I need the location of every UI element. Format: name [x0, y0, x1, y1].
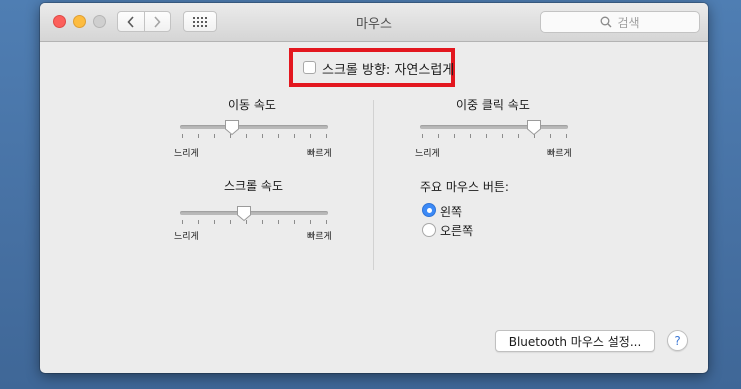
slider-tick	[294, 220, 295, 224]
double-click-speed-min-label: 느리게	[415, 149, 440, 159]
tracking-speed-max-label: 빠르게	[307, 149, 332, 159]
slider-tick	[182, 134, 183, 138]
primary-button-right-radio[interactable]	[422, 223, 436, 237]
double-click-speed-max-label: 빠르게	[547, 149, 572, 159]
slider-tick	[294, 134, 295, 138]
primary-button-title: 주요 마우스 버튼:	[420, 180, 509, 194]
natural-scroll-checkbox[interactable]	[303, 61, 316, 74]
mouse-preferences-window: 마우스 검색 스크롤 방향: 자연스럽게 이동 속도 느리게 빠르게 스크롤 속…	[40, 3, 708, 373]
slider-tick	[470, 134, 471, 138]
slider-tick	[214, 220, 215, 224]
slider-tick	[422, 134, 423, 138]
slider-tick	[310, 220, 311, 224]
scroll-speed-thumb[interactable]	[236, 205, 252, 222]
slider-tick	[278, 134, 279, 138]
slider-tick	[326, 134, 327, 138]
search-icon	[601, 16, 612, 28]
search-field[interactable]: 검색	[540, 11, 700, 33]
tracking-speed-track[interactable]	[180, 125, 328, 129]
double-click-speed-title: 이중 클릭 속도	[456, 98, 530, 112]
tracking-speed-title: 이동 속도	[228, 98, 276, 112]
slider-tick	[518, 134, 519, 138]
slider-tick	[454, 134, 455, 138]
slider-tick	[214, 134, 215, 138]
slider-tick	[246, 134, 247, 138]
slider-tick	[566, 134, 567, 138]
slider-tick	[486, 134, 487, 138]
titlebar: 마우스 검색	[40, 3, 708, 42]
scroll-speed-max-label: 빠르게	[307, 232, 332, 242]
tracking-speed-min-label: 느리게	[174, 149, 199, 159]
primary-button-right-label[interactable]: 오른쪽	[440, 222, 473, 239]
slider-tick	[310, 134, 311, 138]
slider-tick	[438, 134, 439, 138]
double-click-speed-thumb[interactable]	[526, 119, 542, 136]
slider-tick	[326, 220, 327, 224]
slider-tick	[502, 134, 503, 138]
tracking-speed-thumb[interactable]	[224, 119, 240, 136]
scroll-speed-track[interactable]	[180, 211, 328, 215]
slider-tick	[198, 134, 199, 138]
slider-tick	[278, 220, 279, 224]
slider-tick	[262, 134, 263, 138]
scroll-speed-min-label: 느리게	[174, 232, 199, 242]
slider-tick	[182, 220, 183, 224]
scroll-speed-title: 스크롤 속도	[224, 179, 284, 193]
search-placeholder: 검색	[617, 15, 640, 30]
slider-tick	[550, 134, 551, 138]
double-click-speed-track[interactable]	[420, 125, 568, 129]
help-button[interactable]: ?	[667, 330, 688, 351]
natural-scroll-label[interactable]: 스크롤 방향: 자연스럽게	[322, 59, 454, 78]
slider-tick	[198, 220, 199, 224]
primary-button-left-label[interactable]: 왼쪽	[440, 203, 462, 220]
bluetooth-mouse-setup-button[interactable]: Bluetooth 마우스 설정...	[495, 330, 655, 352]
slider-tick	[230, 220, 231, 224]
slider-tick	[262, 220, 263, 224]
column-divider	[373, 100, 374, 270]
primary-button-left-radio[interactable]	[422, 203, 436, 217]
